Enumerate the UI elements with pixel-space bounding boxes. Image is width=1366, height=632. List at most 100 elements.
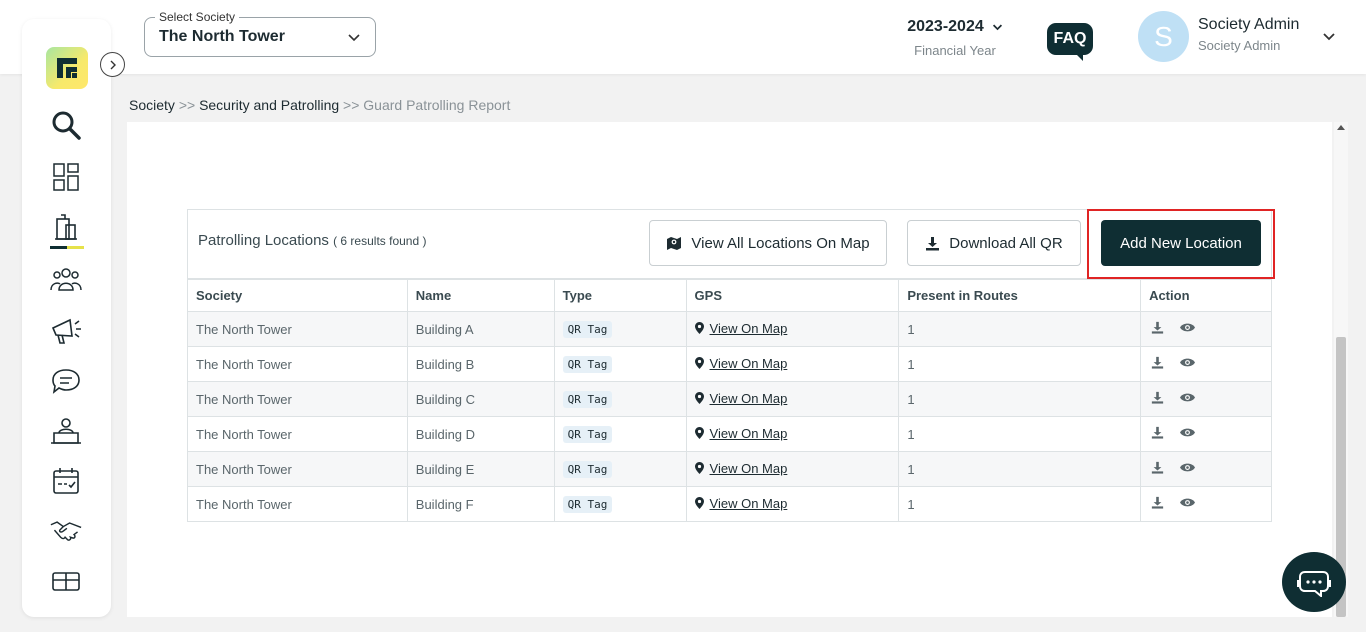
- scroll-up-arrow-icon[interactable]: [1337, 125, 1345, 130]
- add-new-location-button[interactable]: Add New Location: [1101, 220, 1261, 266]
- eye-icon[interactable]: [1180, 322, 1196, 333]
- sidebar-toggle-button[interactable]: [100, 52, 125, 77]
- download-icon[interactable]: [1151, 321, 1164, 334]
- view-on-map-link[interactable]: View On Map: [710, 496, 788, 511]
- cell-routes: 1: [898, 451, 1142, 487]
- cell-society: The North Tower: [187, 486, 408, 522]
- cell-name: Building C: [406, 381, 555, 417]
- download-icon[interactable]: [1151, 426, 1164, 439]
- cell-actions: [1140, 416, 1272, 452]
- breadcrumb-society[interactable]: Society: [129, 97, 175, 113]
- cell-gps: View On Map: [685, 311, 900, 347]
- cell-type: QR Tag: [553, 346, 687, 382]
- type-tag: QR Tag: [562, 320, 613, 338]
- type-tag: QR Tag: [562, 355, 613, 373]
- dashboard-icon: [53, 163, 79, 191]
- cell-routes: 1: [898, 381, 1142, 417]
- cell-type: QR Tag: [553, 381, 687, 417]
- view-on-map-link[interactable]: View On Map: [710, 321, 788, 336]
- eye-icon[interactable]: [1180, 497, 1196, 508]
- cell-actions: [1140, 311, 1272, 347]
- view-all-locations-label: View All Locations On Map: [691, 234, 870, 252]
- sidebar-item-helpdesk[interactable]: [50, 415, 82, 447]
- sidebar-item-amenities[interactable]: [50, 565, 82, 597]
- sidebar-item-chat[interactable]: [50, 365, 82, 397]
- sidebar-item-calendar[interactable]: [50, 465, 82, 497]
- sidebar-item-search[interactable]: [50, 109, 82, 141]
- sidebar-item-partners[interactable]: [50, 515, 82, 547]
- download-icon[interactable]: [1151, 356, 1164, 369]
- view-on-map-link[interactable]: View On Map: [710, 461, 788, 476]
- view-on-map-link[interactable]: View On Map: [710, 426, 788, 441]
- chat-support-button[interactable]: [1282, 552, 1346, 612]
- sidebar-item-building[interactable]: [50, 211, 84, 249]
- map-pin-icon: [694, 427, 704, 440]
- cell-gps: View On Map: [685, 381, 900, 417]
- download-icon[interactable]: [1151, 496, 1164, 509]
- cell-actions: [1140, 346, 1272, 382]
- view-all-locations-button[interactable]: View All Locations On Map: [649, 220, 887, 266]
- type-tag: QR Tag: [562, 495, 613, 513]
- table-row: The North Tower Building F QR Tag View O…: [187, 486, 1272, 522]
- avatar[interactable]: S: [1138, 11, 1189, 62]
- page-scrollbar[interactable]: [1334, 122, 1348, 617]
- view-on-map-link[interactable]: View On Map: [710, 356, 788, 371]
- column-header-society: Society: [187, 279, 408, 312]
- chevron-down-icon[interactable]: [1322, 30, 1336, 44]
- download-icon[interactable]: [1151, 461, 1164, 474]
- breadcrumb-security[interactable]: Security and Patrolling: [199, 97, 339, 113]
- view-on-map-link[interactable]: View On Map: [710, 391, 788, 406]
- card-title: Patrolling Locations ( 6 results found ): [198, 232, 426, 249]
- table-header-row: Society Name Type GPS Present in Routes …: [187, 279, 1272, 312]
- download-all-qr-label: Download All QR: [949, 234, 1063, 252]
- society-select-value: The North Tower: [159, 28, 285, 45]
- cell-society: The North Tower: [187, 381, 408, 417]
- faq-button[interactable]: FAQ: [1047, 23, 1093, 61]
- download-icon: [926, 236, 940, 250]
- column-header-gps: GPS: [685, 279, 900, 312]
- cell-actions: [1140, 451, 1272, 487]
- user-name[interactable]: Society Admin: [1198, 16, 1299, 34]
- download-all-qr-button[interactable]: Download All QR: [907, 220, 1081, 266]
- eye-icon[interactable]: [1180, 392, 1196, 403]
- chat-bubbles-icon: [52, 369, 80, 394]
- cell-gps: View On Map: [685, 486, 900, 522]
- table-row: The North Tower Building E QR Tag View O…: [187, 451, 1272, 487]
- type-tag: QR Tag: [562, 390, 613, 408]
- breadcrumb: Society >> Security and Patrolling >> Gu…: [129, 97, 510, 113]
- cell-routes: 1: [898, 346, 1142, 382]
- helpdesk-icon: [51, 418, 81, 444]
- table-row: The North Tower Building C QR Tag View O…: [187, 381, 1272, 417]
- sidebar-item-members[interactable]: [50, 263, 82, 295]
- breadcrumb-separator: >>: [343, 97, 360, 113]
- patrolling-locations-card: Patrolling Locations ( 6 results found )…: [187, 209, 1275, 522]
- cell-actions: [1140, 381, 1272, 417]
- user-role: Society Admin: [1198, 38, 1281, 53]
- app-logo[interactable]: [46, 47, 88, 89]
- eye-icon[interactable]: [1180, 357, 1196, 368]
- add-location-highlight: Add New Location: [1087, 209, 1275, 279]
- breadcrumb-current: Guard Patrolling Report: [363, 97, 511, 113]
- sidebar-item-announcements[interactable]: [50, 315, 82, 347]
- cell-name: Building F: [406, 486, 555, 522]
- chevron-down-icon: [348, 34, 360, 42]
- table-row: The North Tower Building A QR Tag View O…: [187, 311, 1272, 347]
- cell-routes: 1: [898, 416, 1142, 452]
- sidebar-item-dashboard[interactable]: [50, 161, 82, 193]
- society-select[interactable]: Select Society The North Tower: [144, 10, 376, 57]
- breadcrumb-separator: >>: [178, 97, 196, 113]
- eye-icon[interactable]: [1180, 427, 1196, 438]
- table-row: The North Tower Building B QR Tag View O…: [187, 346, 1272, 382]
- eye-icon[interactable]: [1180, 462, 1196, 473]
- financial-year-selector[interactable]: 2023-2024 Financial Year: [900, 18, 1010, 58]
- column-header-name: Name: [406, 279, 555, 312]
- financial-year-label: Financial Year: [914, 43, 996, 58]
- chevron-down-icon: [992, 24, 1002, 30]
- logo-icon: [57, 58, 77, 78]
- cell-type: QR Tag: [553, 311, 687, 347]
- map-pin-icon: [694, 392, 704, 405]
- download-icon[interactable]: [1151, 391, 1164, 404]
- announcement-icon: [51, 318, 81, 344]
- card-header: Patrolling Locations ( 6 results found )…: [188, 209, 1275, 279]
- cell-name: Building E: [406, 451, 555, 487]
